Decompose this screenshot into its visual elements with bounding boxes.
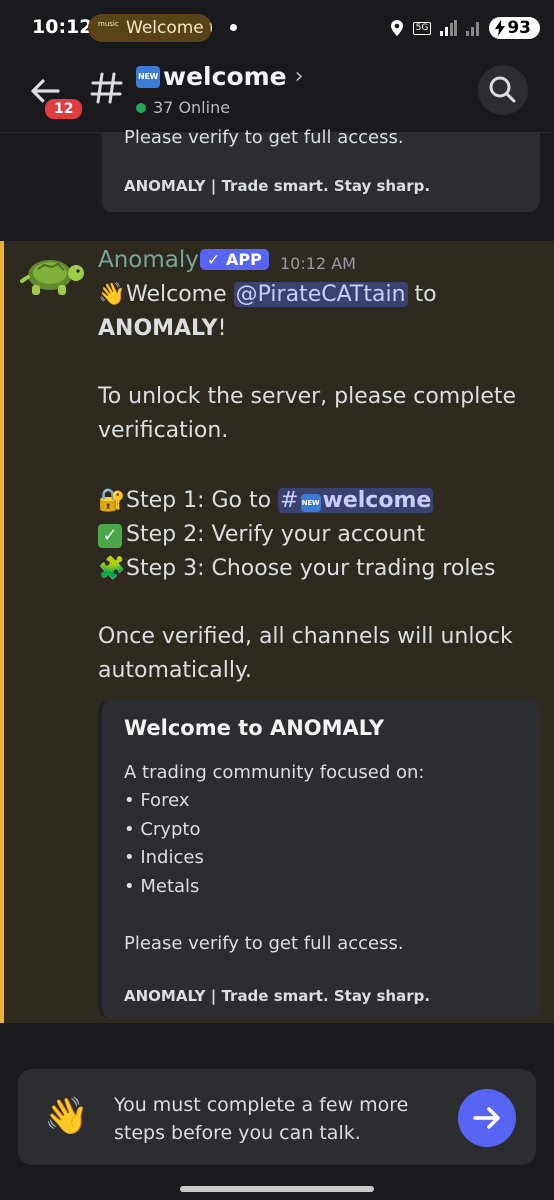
search-button[interactable] [478, 65, 528, 115]
user-mention[interactable]: @PirateCATtain [233, 282, 408, 307]
embed-item-metals: • Metals [124, 876, 200, 897]
message-verified-line2: automatically. [98, 658, 252, 683]
battery-indicator: 93 [489, 17, 540, 39]
status-icons: 5G 93 [389, 14, 540, 42]
channel-title[interactable]: NEW welcome › [136, 62, 303, 91]
waving-hand-icon: 👋 [98, 282, 126, 307]
embed-title: Welcome to ANOMALY [124, 716, 385, 740]
notice-line1: You must complete a few more [114, 1094, 409, 1116]
channel-link-hash-icon: # [280, 488, 299, 513]
signal-2-icon [466, 22, 480, 36]
notice-text: You must complete a few more steps befor… [114, 1091, 414, 1147]
search-icon [489, 76, 516, 103]
chevron-right-icon: › [294, 64, 304, 89]
channel-link-name: welcome [322, 488, 432, 513]
message-unlock-line2: verification. [98, 418, 229, 443]
step-3-text: Step 3: Choose your trading roles [126, 556, 496, 581]
notification-pill[interactable]: music Welcome t [88, 14, 212, 42]
online-status: 37 Online [136, 98, 230, 117]
location-icon [390, 20, 403, 36]
step-1: 🔐Step 1: Go to # NEW welcome [98, 484, 538, 518]
waving-hand-icon: 👋 [44, 1096, 89, 1137]
channel-name: welcome [163, 62, 287, 91]
message-timestamp: 10:12 AM [280, 254, 356, 273]
check-mark-icon: ✓ [98, 524, 122, 548]
previous-embed-footer: ANOMALY | Trade smart. Stay sharp. [124, 177, 431, 195]
status-bar: 10:12 music Welcome t 5G 93 [0, 0, 554, 56]
message-author[interactable]: Anomaly [98, 247, 199, 273]
message-unlock-line1: To unlock the server, please complete [98, 384, 517, 409]
welcome-embed: Welcome to ANOMALY A trading community f… [98, 700, 540, 1018]
home-indicator[interactable] [180, 1186, 374, 1192]
online-dot-icon [136, 102, 146, 113]
exclamation: ! [217, 316, 227, 341]
channel-link-new-icon: NEW [300, 494, 321, 512]
welcome-suffix: to [407, 282, 437, 307]
unread-badge: 12 [42, 96, 86, 122]
embed-item-crypto: • Crypto [124, 819, 201, 840]
step-3: 🧩Step 3: Choose your trading roles [98, 552, 538, 586]
notification-text: Welcome t [126, 18, 212, 38]
previous-embed-line: Please verify to get full access. [124, 127, 404, 148]
battery-level: 93 [507, 18, 531, 38]
channel-link[interactable]: # NEW welcome [278, 488, 434, 513]
network-5g-icon: 5G [412, 21, 432, 35]
embed-intro: A trading community focused on: [124, 762, 425, 783]
signal-icon [440, 20, 458, 36]
step-2: ✓ Step 2: Verify your account [98, 518, 538, 552]
step-2-text: Step 2: Verify your account [126, 522, 425, 547]
turtle-avatar-icon[interactable] [20, 251, 86, 301]
embed-footer: ANOMALY | Trade smart. Stay sharp. [124, 987, 431, 1005]
text-channel-hash-icon [90, 72, 123, 104]
charging-bolt-icon [495, 20, 506, 36]
welcome-text: Welcome [126, 282, 234, 307]
previous-embed: Please verify to get full access. ANOMAL… [98, 127, 540, 212]
online-count: 37 Online [153, 98, 231, 117]
server-name-bold: ANOMALY [98, 316, 218, 341]
message-verified-line1: Once verified, all channels will unlock [98, 624, 513, 649]
embed-verify: Please verify to get full access. [124, 933, 404, 954]
notice-line2: steps before you can talk. [114, 1122, 361, 1144]
new-emoji-icon: NEW [136, 65, 160, 88]
message-line-anomaly: ANOMALY! [98, 312, 538, 346]
notification-dot [230, 24, 237, 31]
status-time: 10:12 [32, 16, 93, 38]
app-badge: ✓ APP [200, 249, 269, 270]
embed-item-indices: • Indices [124, 847, 204, 868]
lock-with-key-icon: 🔐 [98, 488, 126, 513]
arrow-right-icon [473, 1107, 500, 1129]
music-app-icon: music [98, 20, 119, 28]
message-line-welcome: 👋Welcome @PirateCATtain to [98, 278, 538, 312]
channel-header: 12 NEW welcome › 37 Online [0, 56, 554, 133]
embed-item-forex: • Forex [124, 790, 190, 811]
puzzle-piece-icon: 🧩 [98, 556, 126, 581]
verification-notice: 👋 You must complete a few more steps bef… [18, 1069, 536, 1165]
message-highlighted[interactable]: Anomaly ✓ APP 10:12 AM 👋Welcome @PirateC… [0, 241, 554, 1023]
step-1-text: Step 1: Go to [126, 488, 279, 513]
continue-button[interactable] [458, 1089, 516, 1147]
